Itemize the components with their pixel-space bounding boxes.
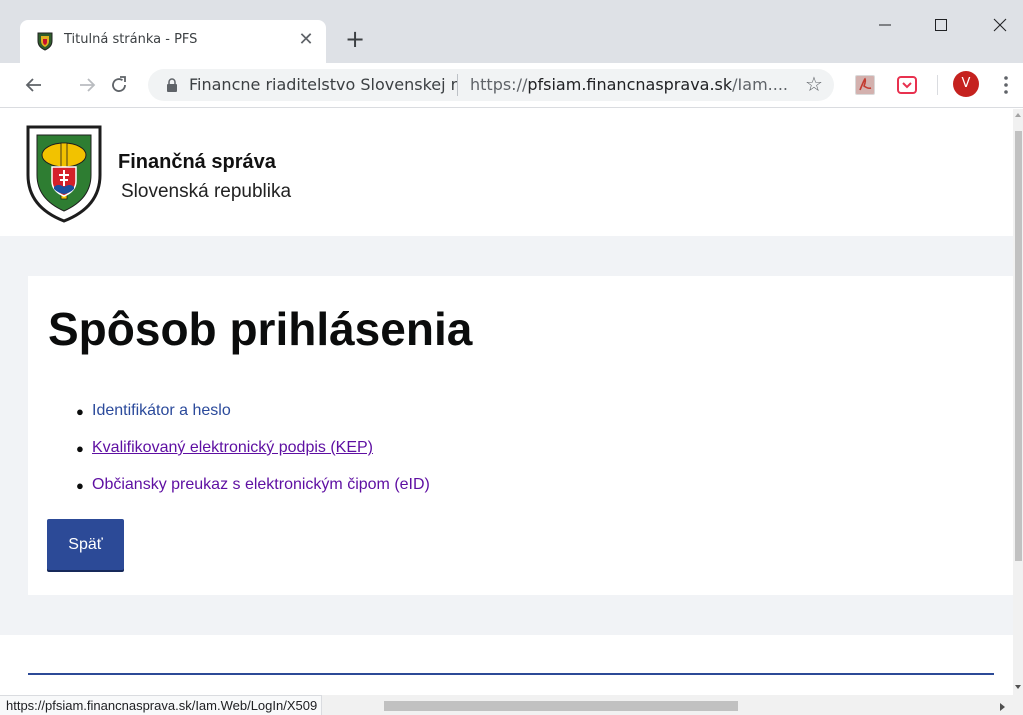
kebab-menu-icon[interactable] (998, 73, 1014, 97)
list-bullet: ● (76, 441, 84, 456)
toolbar-separator (937, 75, 938, 95)
list-item: ● Občiansky preukaz s elektronickým čipo… (76, 476, 430, 513)
list-bullet: ● (76, 478, 84, 493)
pdf-extension-icon[interactable] (854, 74, 876, 96)
lock-icon[interactable] (166, 78, 178, 92)
url-scheme: https:// (470, 75, 528, 94)
login-method-card: Spôsob prihlásenia ● Identifikátor a hes… (28, 276, 1013, 595)
login-method-list: ● Identifikátor a heslo ● Kvalifikovaný … (76, 402, 430, 513)
scroll-up-arrow-icon[interactable] (1015, 113, 1021, 117)
star-icon[interactable]: ☆ (802, 72, 826, 96)
scroll-right-arrow-icon[interactable] (1000, 703, 1005, 711)
page-viewport: Finančná správa Slovenská republika Spôs… (0, 109, 1013, 695)
back-arrow-icon[interactable] (22, 73, 46, 97)
horizontal-scroll-thumb[interactable] (384, 701, 738, 711)
list-item: ● Kvalifikovaný elektronický podpis (KEP… (76, 439, 430, 476)
close-window-icon[interactable] (977, 8, 1023, 42)
coat-of-arms-icon (37, 32, 53, 51)
browser-tab[interactable]: Titulná stránka - PFS ✕ (20, 20, 326, 63)
pocket-extension-icon[interactable] (896, 74, 918, 96)
forward-arrow-icon[interactable] (75, 73, 99, 97)
maximize-window-icon[interactable] (918, 8, 964, 42)
url-host: pfsiam.financnasprava.sk (527, 75, 733, 94)
certificate-organization: Financne riaditelstvo Slovenskej r (189, 75, 458, 94)
financna-sprava-emblem-icon (26, 125, 102, 223)
site-header: Finančná správa Slovenská republika (0, 109, 1013, 236)
reload-icon[interactable] (107, 73, 131, 97)
vertical-scrollbar[interactable] (1013, 109, 1023, 695)
login-method-eid-link[interactable]: Občiansky preukaz s elektronickým čipom … (92, 476, 430, 493)
minimize-window-icon[interactable] (862, 8, 908, 42)
url-path: /Iam.... (732, 75, 788, 94)
profile-avatar[interactable]: V (953, 71, 979, 97)
link-status-bubble: https://pfsiam.financnasprava.sk/Iam.Web… (0, 695, 323, 715)
list-item: ● Identifikátor a heslo (76, 402, 430, 439)
tab-strip: Titulná stránka - PFS ✕ + (0, 0, 1023, 63)
browser-toolbar: Financne riaditelstvo Slovenskej r https… (0, 63, 1023, 108)
tab-title: Titulná stránka - PFS (64, 32, 198, 47)
site-footer (0, 635, 1013, 695)
footer-divider (28, 673, 994, 675)
scroll-down-arrow-icon[interactable] (1015, 685, 1021, 689)
login-method-password-link[interactable]: Identifikátor a heslo (92, 402, 231, 419)
back-button[interactable]: Späť (47, 519, 124, 570)
page-title: Spôsob prihlásenia (48, 303, 473, 355)
new-tab-button[interactable]: + (341, 26, 369, 54)
organization-name: Finančná správa (118, 151, 276, 173)
list-bullet: ● (76, 404, 84, 419)
organization-country: Slovenská republika (121, 181, 292, 202)
tab-close-icon[interactable]: ✕ (294, 28, 318, 52)
url-text[interactable]: https://pfsiam.financnasprava.sk/Iam.... (470, 75, 788, 94)
vertical-scroll-thumb[interactable] (1015, 131, 1022, 561)
address-bar[interactable]: Financne riaditelstvo Slovenskej r https… (148, 69, 834, 101)
login-method-kep-link[interactable]: Kvalifikovaný elektronický podpis (KEP) (92, 439, 373, 456)
address-separator (457, 74, 458, 96)
